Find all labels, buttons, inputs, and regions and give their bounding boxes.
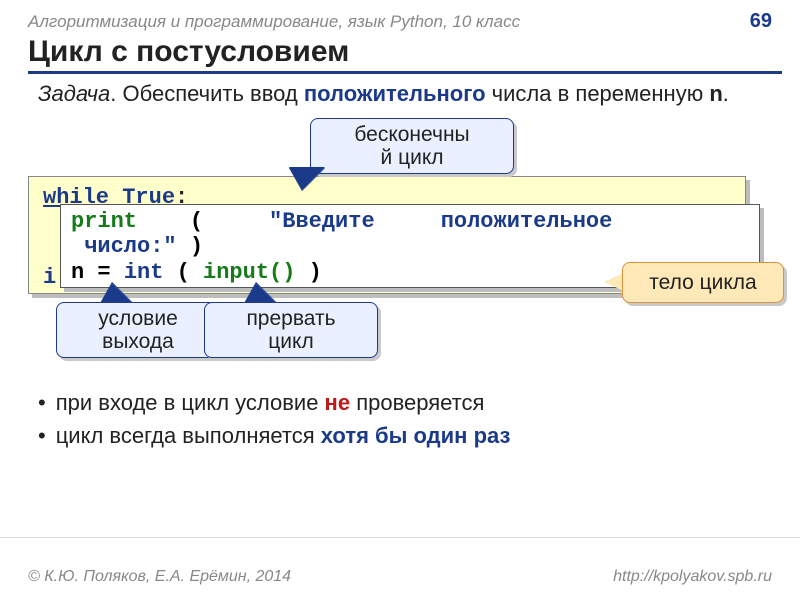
bullet-icon: • [38, 419, 46, 452]
course-label: Алгоритмизация и программирование, язык … [28, 12, 520, 32]
callout-break: прервать цикл [204, 302, 378, 358]
footer-url: http://kpolyakov.spb.ru [613, 568, 772, 586]
footer-copyright: © К.Ю. Поляков, Е.А. Ерёмин, 2014 [28, 568, 291, 586]
kw-input: input() [203, 260, 295, 285]
list-item: • цикл всегда выполняется хотя бы один р… [38, 419, 510, 452]
task-text: Задача. Обеспечить ввод положительного ч… [38, 80, 740, 108]
page-number: 69 [750, 10, 772, 33]
page-title: Цикл с постусловием [28, 35, 782, 74]
kw-if-fragment: i [43, 265, 56, 290]
callout-loop-body: тело цикла [622, 262, 784, 303]
callout-tail [290, 168, 324, 190]
task-label: Задача [38, 81, 110, 106]
callout-exit-condition: условие выхода [56, 302, 220, 358]
bullet-icon: • [38, 386, 46, 419]
kw-int: int [124, 260, 164, 285]
kw-print: print [71, 209, 137, 234]
list-item: • при входе в цикл условие не проверяетс… [38, 386, 510, 419]
bullet-list: • при входе в цикл условие не проверяетс… [38, 386, 510, 452]
callout-infinite-loop: бесконечны й цикл [310, 118, 514, 174]
